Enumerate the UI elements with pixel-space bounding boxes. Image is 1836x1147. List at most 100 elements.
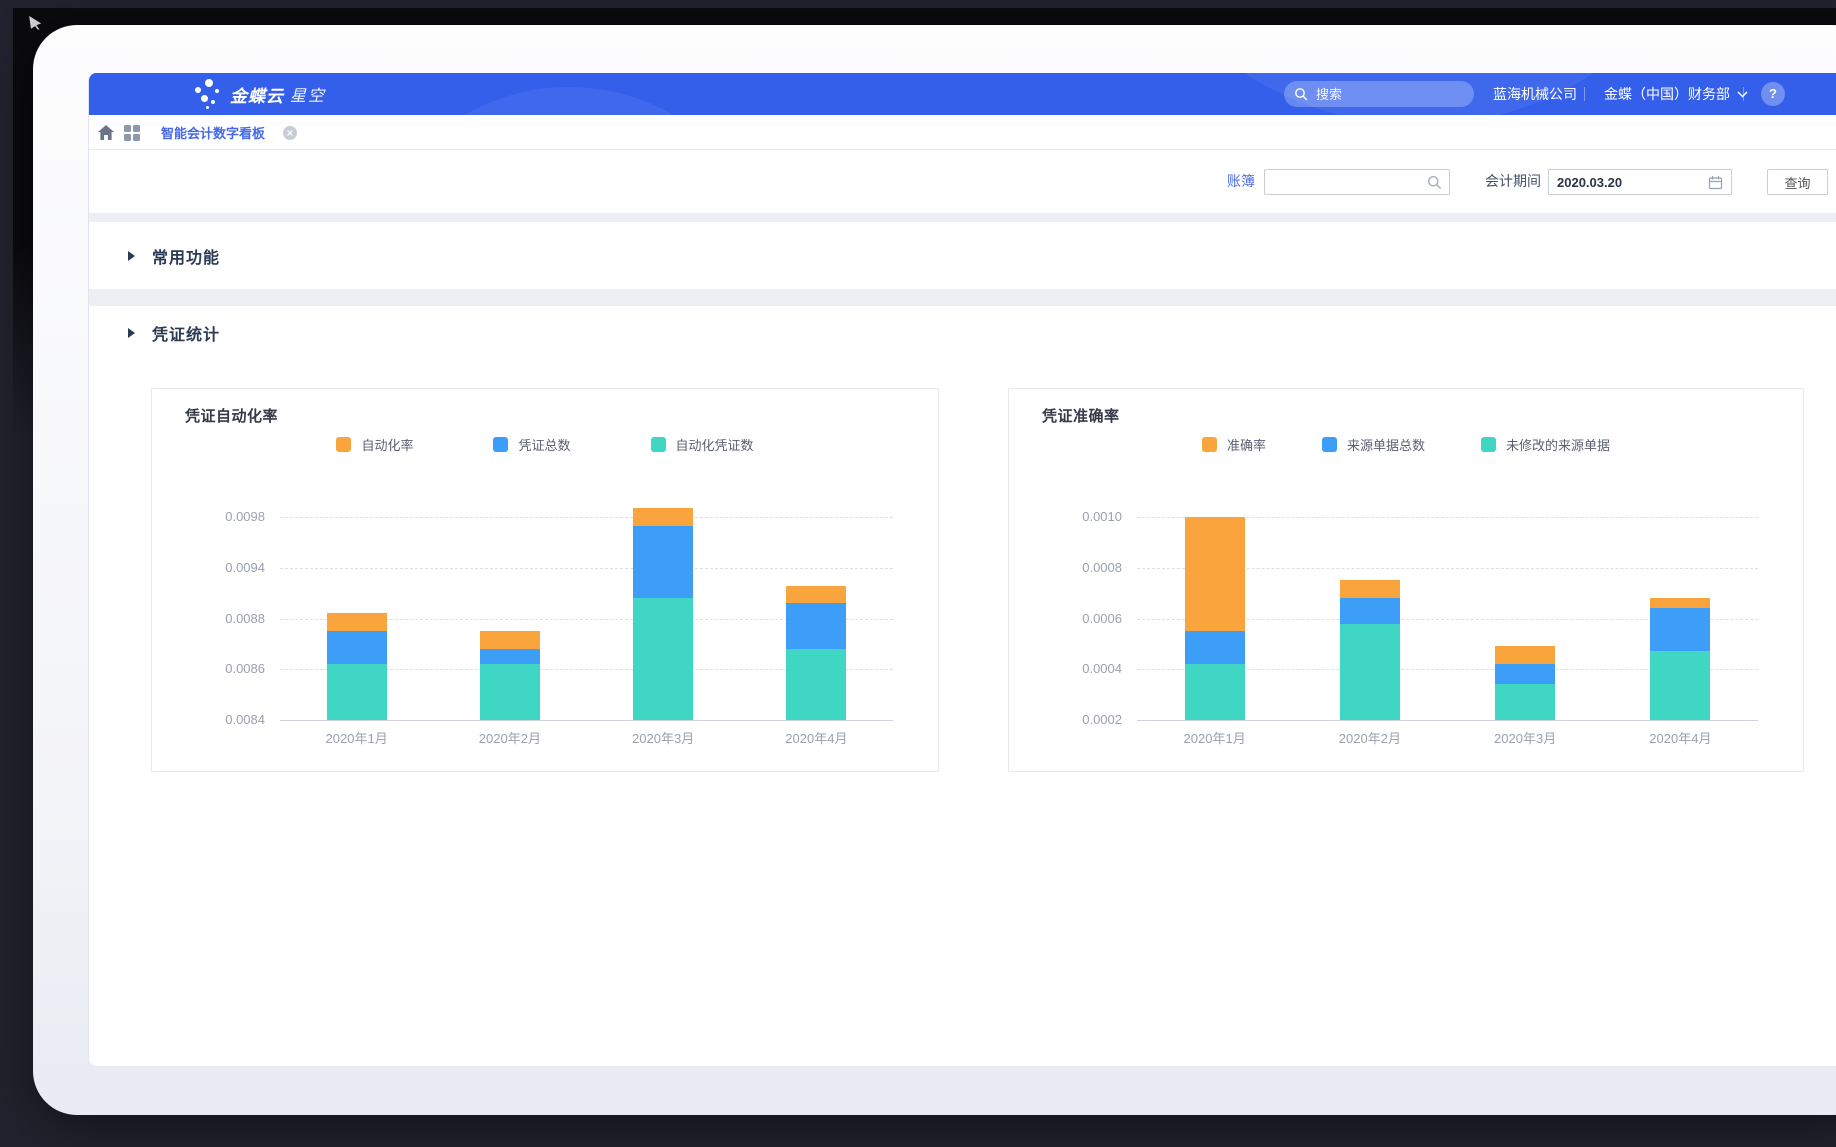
bar-segment[interactable] bbox=[786, 586, 846, 604]
x-axis-label: 2020年1月 bbox=[1137, 728, 1292, 747]
bar-segment[interactable] bbox=[633, 598, 693, 720]
x-axis-label: 2020年4月 bbox=[740, 728, 893, 747]
legend-swatch bbox=[1481, 437, 1496, 452]
x-axis-label: 2020年2月 bbox=[1292, 728, 1447, 747]
bar-segment[interactable] bbox=[1650, 608, 1710, 651]
navbar-divider bbox=[1584, 87, 1585, 101]
legend-item[interactable]: 凭证总数 bbox=[493, 435, 570, 454]
legend-swatch bbox=[1202, 437, 1217, 452]
gridline bbox=[280, 517, 893, 518]
bar-segment[interactable] bbox=[633, 508, 693, 526]
y-axis-label: 0.0094 bbox=[152, 560, 265, 575]
chart-legend: 自动化率 凭证总数 自动化凭证数 bbox=[152, 435, 938, 454]
apps-grid-icon[interactable] bbox=[124, 125, 140, 141]
legend-item[interactable]: 来源单据总数 bbox=[1322, 435, 1425, 454]
y-axis-label: 0.0086 bbox=[152, 661, 265, 676]
user-department-label: 金蝶（中国）财务部 bbox=[1604, 73, 1730, 115]
bar-segment[interactable] bbox=[480, 631, 540, 649]
section-gap bbox=[89, 213, 1836, 222]
y-axis: 0.00020.00040.00060.00080.0010 bbox=[1009, 389, 1122, 771]
bar-segment[interactable] bbox=[1185, 631, 1245, 664]
query-button[interactable]: 查询 bbox=[1767, 169, 1828, 195]
tab-close-icon[interactable] bbox=[283, 126, 297, 140]
book-lookup-field[interactable] bbox=[1264, 169, 1450, 195]
bar-segment[interactable] bbox=[1340, 624, 1400, 720]
chart-card-accuracy: 凭证准确率 准确率来源单据总数未修改的来源单据 0.00020.00040.00… bbox=[1008, 388, 1804, 772]
search-icon bbox=[1294, 87, 1308, 101]
navbar-divider bbox=[1743, 87, 1744, 101]
navbar-decor-circle bbox=[359, 87, 779, 115]
logo-text-primary: 金蝶云 bbox=[230, 82, 284, 107]
bar-segment[interactable] bbox=[1340, 580, 1400, 598]
legend-item[interactable]: 自动化率 bbox=[336, 435, 413, 454]
legend-swatch bbox=[651, 437, 666, 452]
legend-item[interactable]: 未修改的来源单据 bbox=[1481, 435, 1610, 454]
bar-segment[interactable] bbox=[786, 603, 846, 649]
chart-legend: 准确率 来源单据总数 未修改的来源单据 bbox=[1009, 435, 1803, 454]
filter-bar: 账簿 会计期间 bbox=[89, 150, 1836, 213]
bar-segment[interactable] bbox=[480, 649, 540, 664]
x-axis-line bbox=[1137, 720, 1758, 721]
period-date-input[interactable] bbox=[1549, 170, 1705, 194]
help-icon[interactable]: ? bbox=[1761, 82, 1785, 106]
calendar-icon[interactable] bbox=[1708, 175, 1723, 190]
section-common-header[interactable]: 常用功能 bbox=[89, 222, 1836, 289]
tab-dashboard[interactable]: 智能会计数字看板 bbox=[161, 115, 297, 150]
bar-segment[interactable] bbox=[1495, 684, 1555, 720]
book-label: 账簿 bbox=[1227, 150, 1255, 213]
legend-item[interactable]: 自动化凭证数 bbox=[651, 435, 754, 454]
tab-bar: 智能会计数字看板 bbox=[89, 115, 1836, 150]
x-axis-line bbox=[280, 720, 893, 721]
logo-text-secondary: 星空 bbox=[290, 82, 326, 106]
period-label: 会计期间 bbox=[1485, 150, 1541, 213]
y-axis-label: 0.0088 bbox=[152, 611, 265, 626]
lookup-search-icon[interactable] bbox=[1427, 175, 1442, 190]
legend-swatch bbox=[1322, 437, 1337, 452]
section-common-functions: 常用功能 bbox=[89, 222, 1836, 289]
legend-item[interactable]: 准确率 bbox=[1202, 435, 1266, 454]
bar-segment[interactable] bbox=[1340, 598, 1400, 623]
y-axis: 0.00840.00860.00880.00940.0098 bbox=[152, 389, 265, 771]
user-department-menu[interactable]: 金蝶（中国）财务部 bbox=[1604, 73, 1748, 115]
bar-segment[interactable] bbox=[327, 664, 387, 720]
x-axis-label: 2020年4月 bbox=[1603, 728, 1758, 747]
bar-segment[interactable] bbox=[1185, 664, 1245, 720]
period-date-field[interactable] bbox=[1548, 169, 1732, 195]
x-axis-label: 2020年3月 bbox=[1448, 728, 1603, 747]
legend-label: 自动化凭证数 bbox=[676, 435, 754, 454]
bar-segment[interactable] bbox=[480, 664, 540, 720]
section-voucher-stats: 凭证统计 凭证自动化率 自动化率凭证总数自动化凭证数 0.00840.00860… bbox=[89, 306, 1836, 1066]
legend-label: 凭证总数 bbox=[518, 435, 570, 454]
bar-segment[interactable] bbox=[327, 613, 387, 632]
bar-segment[interactable] bbox=[1185, 517, 1245, 631]
top-navbar: 金蝶云 星空 蓝海机械公司 金蝶（中国）财务部 bbox=[89, 73, 1836, 115]
app-window: 金蝶云 星空 蓝海机械公司 金蝶（中国）财务部 bbox=[33, 25, 1836, 1115]
x-axis-label: 2020年1月 bbox=[280, 728, 433, 747]
book-input[interactable] bbox=[1265, 170, 1431, 194]
expand-arrow-icon[interactable] bbox=[128, 251, 135, 261]
legend-label: 自动化率 bbox=[361, 435, 413, 454]
legend-label: 准确率 bbox=[1227, 435, 1266, 454]
section-gap bbox=[89, 289, 1836, 306]
section-title: 凭证统计 bbox=[152, 321, 220, 345]
bar-segment[interactable] bbox=[1495, 646, 1555, 664]
app-logo[interactable]: 金蝶云 星空 bbox=[195, 79, 326, 109]
section-stats-header[interactable]: 凭证统计 bbox=[89, 306, 1836, 360]
bar-segment[interactable] bbox=[633, 526, 693, 598]
bar-segment[interactable] bbox=[1495, 664, 1555, 684]
x-axis-label: 2020年3月 bbox=[587, 728, 740, 747]
bar-segment[interactable] bbox=[1650, 598, 1710, 608]
bar-segment[interactable] bbox=[786, 649, 846, 720]
legend-swatch bbox=[336, 437, 351, 452]
bar-segment[interactable] bbox=[327, 631, 387, 664]
desktop-background: 金蝶云 星空 蓝海机械公司 金蝶（中国）财务部 bbox=[0, 0, 1836, 1147]
home-icon[interactable] bbox=[97, 124, 115, 141]
search-input[interactable] bbox=[1314, 86, 1458, 103]
y-axis-label: 0.0098 bbox=[152, 509, 265, 524]
plot-area bbox=[280, 517, 893, 720]
global-search[interactable] bbox=[1284, 81, 1474, 107]
legend-swatch bbox=[493, 437, 508, 452]
bar-segment[interactable] bbox=[1650, 651, 1710, 720]
expand-arrow-icon[interactable] bbox=[128, 328, 135, 338]
legend-label: 未修改的来源单据 bbox=[1506, 435, 1610, 454]
